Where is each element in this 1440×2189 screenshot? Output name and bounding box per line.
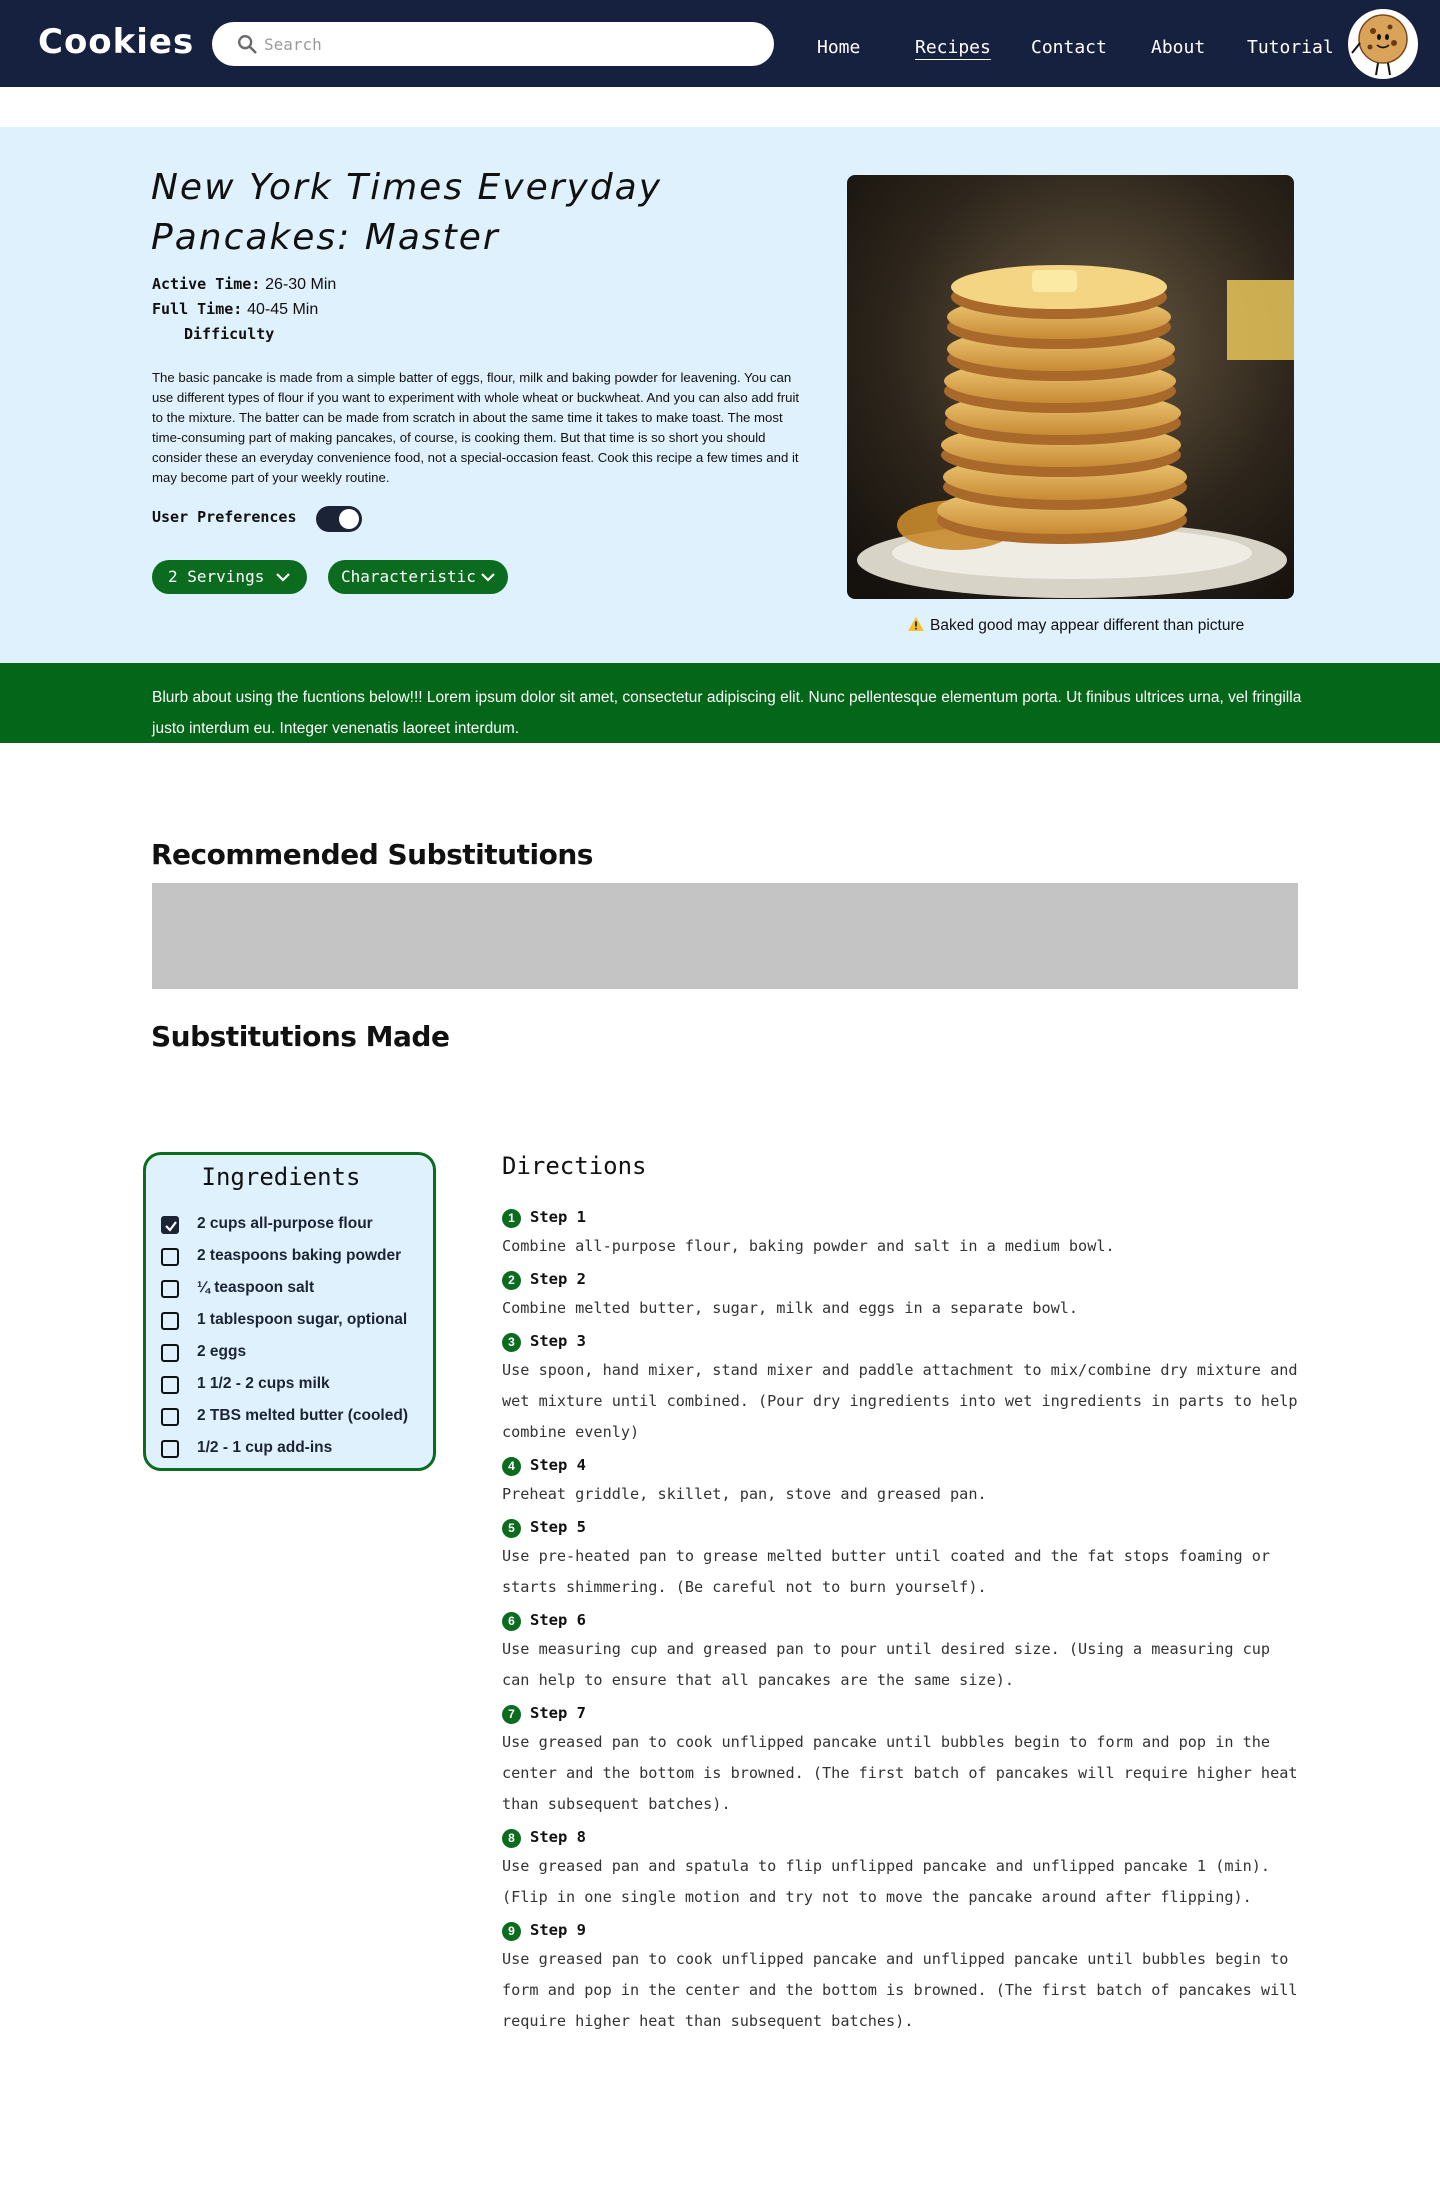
characteristic-label: Characteristic [341, 567, 476, 586]
step-text: Combine all-purpose flour, baking powder… [502, 1237, 1115, 1255]
blurb-text: Blurb about using the fucntions below!!!… [152, 689, 1302, 737]
ingredient-item[interactable]: 2 teaspoons baking powder [161, 1246, 431, 1268]
servings-dropdown[interactable]: 2 Servings [152, 560, 307, 594]
recipe-title: New York Times Everyday Pancakes: Master [151, 167, 663, 258]
step-label: Step 2 [530, 1270, 586, 1288]
ingredient-text: 1/2 - 1 cup add-ins [197, 1439, 333, 1456]
step-label: Step 4 [530, 1456, 586, 1474]
step-number-badge: 4 [502, 1457, 521, 1476]
ingredient-text: 2 teaspoons baking powder [197, 1247, 402, 1264]
checkbox[interactable] [161, 1376, 179, 1394]
recipe-description: The basic pancake is made from a simple … [152, 370, 800, 485]
user-preferences-toggle[interactable] [316, 506, 362, 532]
recipe-hero: New York Times Everyday Pancakes: Master… [0, 127, 1440, 663]
full-time-value: 40-45 Min [247, 301, 319, 318]
ingredient-item[interactable]: 1/2 - 1 cup add-ins [161, 1438, 431, 1460]
step-number-badge: 1 [502, 1209, 521, 1228]
ingredients-card: Ingredients 2 cups all-purpose flour 2 te… [143, 1152, 436, 1471]
checkbox-checked[interactable] [161, 1216, 179, 1234]
ingredient-text: 2 eggs [197, 1343, 247, 1360]
chevron-down-icon [481, 573, 495, 582]
servings-label: 2 Servings [168, 567, 265, 586]
nav-link-contact[interactable]: Contact [1031, 37, 1107, 58]
step-text: Preheat griddle, skillet, pan, stove and… [502, 1485, 987, 1503]
site-logo[interactable]: Cookies [38, 22, 194, 62]
step-number-badge: 5 [502, 1519, 521, 1538]
step-label: Step 6 [530, 1611, 586, 1629]
step-number-badge: 2 [502, 1271, 521, 1290]
step-text: Use greased pan and spatula to flip unfl… [502, 1857, 1271, 1906]
step-number-badge: 7 [502, 1705, 521, 1724]
step-label: Step 7 [530, 1704, 586, 1722]
full-time-label: Full Time: [152, 300, 243, 318]
step-text: Combine melted butter, sugar, milk and e… [502, 1299, 1079, 1317]
step-label: Step 3 [530, 1332, 586, 1350]
ingredient-text: 1 tablespoon sugar, optional [197, 1311, 408, 1328]
nav-link-tutorial[interactable]: Tutorial [1247, 37, 1334, 58]
ingredient-item[interactable]: 2 cups all-purpose flour [161, 1214, 431, 1236]
step-label: Step 5 [530, 1518, 586, 1536]
step-number-badge: 3 [502, 1333, 521, 1352]
avatar[interactable] [1348, 9, 1418, 79]
search-input[interactable] [264, 22, 754, 66]
difficulty: Difficulty [184, 325, 274, 343]
ingredient-text: 2 cups all-purpose flour [197, 1215, 373, 1232]
ingredient-item[interactable]: 2 eggs [161, 1342, 431, 1364]
search-icon [238, 35, 257, 54]
checkbox[interactable] [161, 1440, 179, 1458]
step-text: Use greased pan to cook unflipped pancak… [502, 1950, 1298, 2030]
image-caption-text: Baked good may appear different than pic… [930, 617, 1245, 634]
ingredient-item[interactable]: 1 1/2 - 2 cups milk [161, 1374, 431, 1396]
nav-link-home[interactable]: Home [817, 37, 860, 58]
step-number-badge: 9 [502, 1922, 521, 1941]
cookie-mascot-icon [1351, 14, 1408, 76]
chevron-down-icon [276, 573, 290, 582]
user-preferences-label: User Preferences [152, 508, 297, 526]
navbar: Cookies Home Recipes Contact About Tutor… [0, 0, 1440, 87]
ingredient-item[interactable]: ¼ teaspoon salt [161, 1278, 431, 1300]
functions-blurb: Blurb about using the fucntions below!!!… [0, 663, 1440, 743]
characteristic-dropdown[interactable]: Characteristic [328, 560, 508, 594]
ingredient-text: ¼ teaspoon salt [197, 1279, 315, 1296]
active-time-value: 26-30 Min [265, 276, 337, 293]
step-number-badge: 6 [502, 1612, 521, 1631]
image-caption: Baked good may appear different than pic… [908, 617, 1244, 635]
checkbox[interactable] [161, 1344, 179, 1362]
step-text: Use pre-heated pan to grease melted butt… [502, 1547, 1271, 1596]
step-text: Use measuring cup and greased pan to pou… [502, 1640, 1271, 1689]
active-time: Active Time: 26-30 Min [152, 275, 336, 294]
checkmark-icon [165, 1221, 177, 1232]
checkbox[interactable] [161, 1280, 179, 1298]
difficulty-label: Difficulty [184, 325, 275, 343]
step-text: Use spoon, hand mixer, stand mixer and p… [502, 1361, 1298, 1441]
active-time-label: Active Time: [152, 275, 261, 293]
step-label: Step 9 [530, 1921, 586, 1939]
ingredient-item[interactable]: 1 tablespoon sugar, optional [161, 1310, 431, 1332]
step-text: Use greased pan to cook unflipped pancak… [502, 1733, 1298, 1813]
nav-link-recipes[interactable]: Recipes [915, 37, 991, 58]
checkbox[interactable] [161, 1408, 179, 1426]
ingredient-text: 1 1/2 - 2 cups milk [197, 1375, 330, 1392]
recipe-image [847, 175, 1294, 599]
warning-icon [908, 617, 924, 631]
checkbox[interactable] [161, 1248, 179, 1266]
full-time: Full Time: 40-45 Min [152, 300, 318, 319]
search-bar[interactable] [212, 22, 774, 66]
ingredient-item[interactable]: 2 TBS melted butter (cooled) [161, 1406, 431, 1428]
ingredients-title: Ingredients [201, 1163, 361, 1191]
toggle-knob [339, 509, 359, 529]
recommended-substitutions-panel [152, 883, 1298, 989]
ingredient-text: 2 TBS melted butter (cooled) [197, 1407, 408, 1424]
checkbox[interactable] [161, 1312, 179, 1330]
nav-link-about[interactable]: About [1151, 37, 1205, 58]
substitutions-made-heading: Substitutions Made [151, 1020, 450, 1053]
step-label: Step 1 [530, 1208, 586, 1226]
step-number-badge: 8 [502, 1829, 521, 1848]
step-label: Step 8 [530, 1828, 586, 1846]
recommended-substitutions-heading: Recommended Substitutions [151, 838, 593, 871]
directions-title: Directions [502, 1152, 647, 1180]
